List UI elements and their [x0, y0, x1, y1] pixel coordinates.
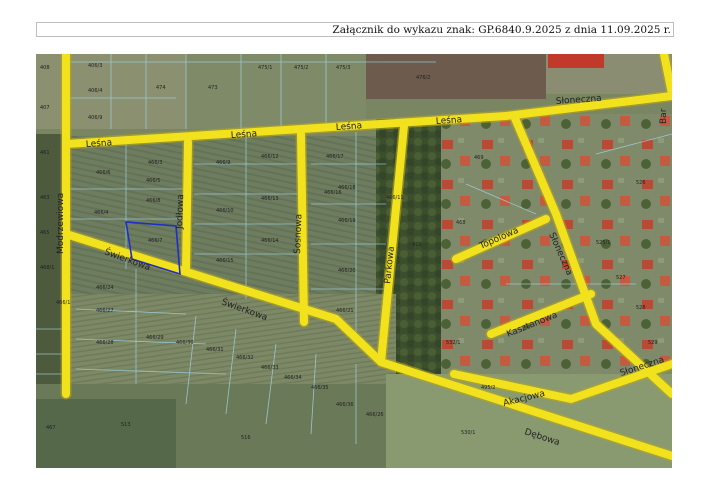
field-area [36, 399, 176, 468]
parcel-label: 466/29 [146, 335, 164, 341]
street-label: Jodłowa [175, 194, 186, 230]
parcel-label: 466/19 [338, 218, 356, 224]
header-bar: Załącznik do wykazu znak: GP.6840.9.2025… [36, 22, 674, 37]
parcel-label: 466/30 [176, 340, 194, 346]
parcel-label: 528 [636, 305, 646, 311]
parcel-label: 466/14 [261, 238, 279, 244]
parcel-label: 516 [241, 435, 251, 441]
parcel-label: 466/34 [284, 375, 302, 381]
parcel-label: 466/13 [261, 196, 279, 202]
parcel-label: 466/21 [336, 308, 354, 314]
parcel-label: 474 [156, 85, 166, 91]
street-label: Leśna [335, 120, 362, 133]
parcel-label: 473 [208, 85, 218, 91]
parcel-label: 529 [648, 340, 658, 346]
parcel-label: 466/5 [146, 178, 160, 184]
parcel-label: 466/10 [216, 208, 234, 214]
parcel-label: 525/1 [596, 240, 610, 246]
parcel-label: 463 [40, 195, 50, 201]
street-label: Modrzewiowa [56, 193, 66, 254]
street-label: Sosnowa [293, 214, 304, 254]
parcel-label: 466/7 [148, 238, 162, 244]
parcel-label: 468/1 [40, 265, 54, 271]
building-roof [548, 54, 604, 68]
parcel-label: 466/6 [96, 170, 110, 176]
parcel-label: 406/3 [88, 63, 102, 69]
parcel-label: 526 [636, 180, 646, 186]
orthophoto-map[interactable]: Leśna Leśna Leśna Leśna Słoneczna Modrze… [36, 54, 672, 468]
street-label: Leśna [230, 128, 257, 141]
parcel-label: 461 [40, 150, 50, 156]
parcel-label: 408 [40, 65, 50, 71]
parcel-label: 532/1 [446, 340, 460, 346]
parcel-label: 469 [474, 155, 484, 161]
street-label: Bar [659, 108, 669, 124]
parcel-label: 466/17 [326, 154, 344, 160]
street-label: Leśna [85, 137, 112, 150]
parcel-label: 530/1 [461, 430, 475, 436]
parcel-label: 465 [40, 230, 50, 236]
parcel-label: 466/28 [96, 340, 114, 346]
parcel-label: 468 [456, 220, 466, 226]
parcel-label: 466/26 [366, 412, 384, 418]
parcel-label: 466/15 [216, 258, 234, 264]
parcel-label: 406/9 [88, 115, 102, 121]
parcel-label: 466/24 [96, 285, 114, 291]
parcel-label: 466/3 [148, 160, 162, 166]
parcel-label: 527 [616, 275, 626, 281]
parcel-label: 466/11 [386, 195, 404, 201]
parcel-label: 406/4 [88, 88, 102, 94]
street-label: Leśna [435, 114, 462, 127]
parcel-label: 466/35 [311, 385, 329, 391]
parcel-label: 513 [121, 422, 131, 428]
parcel-label: 466/8 [146, 198, 160, 204]
parcel-label: 466/18 [338, 185, 356, 191]
parcel-label: 475/3 [336, 65, 350, 71]
parcel-label: 466/32 [236, 355, 254, 361]
parcel-label: 466/33 [261, 365, 279, 371]
header-caption: Załącznik do wykazu znak: GP.6840.9.2025… [332, 24, 671, 36]
parcel-label: 466/9 [216, 160, 230, 166]
parcel-label: 470 [412, 242, 422, 248]
parcel-label: 466/36 [336, 402, 354, 408]
parcel-label: 407 [40, 105, 50, 111]
road-jodlowa [182, 138, 192, 273]
parcel-label: 466/27 [96, 308, 114, 314]
ploughed-field [366, 54, 546, 99]
parcel-label: 495/2 [481, 385, 495, 391]
map-canvas[interactable]: Leśna Leśna Leśna Leśna Słoneczna Modrze… [36, 54, 672, 468]
parcel-label: 476/2 [416, 75, 430, 81]
parcel-label: 466/4 [94, 210, 108, 216]
parcel-label: 466/1 [56, 300, 70, 306]
parcel-label: 467 [46, 425, 56, 431]
parcel-label: 475/2 [294, 65, 308, 71]
parcel-label: 466/12 [261, 154, 279, 160]
parcel-label: 466/31 [206, 347, 224, 353]
parcel-label: 466/20 [338, 268, 356, 274]
parcel-label: 475/1 [258, 65, 272, 71]
